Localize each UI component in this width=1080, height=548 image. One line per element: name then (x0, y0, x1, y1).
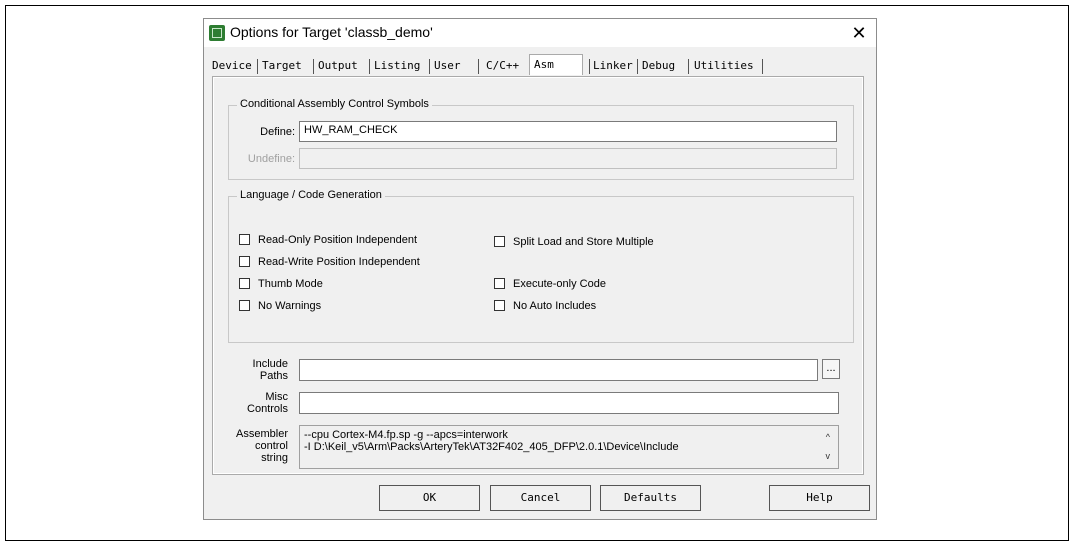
read-write-pi-label: Read-Write Position Independent (258, 256, 420, 268)
checkbox[interactable] (494, 300, 505, 311)
execute-only-label: Execute-only Code (513, 278, 606, 290)
tab-separator (369, 59, 370, 74)
tab-separator (257, 59, 258, 74)
assembler-label-line3: string (261, 452, 288, 464)
execute-only-option[interactable]: Execute-only Code (494, 277, 606, 291)
misc-controls-label-line2: Controls (247, 403, 288, 415)
read-only-pi-label: Read-Only Position Independent (258, 234, 417, 246)
split-load-store-option[interactable]: Split Load and Store Multiple (494, 235, 654, 249)
define-label: Define: (260, 126, 295, 138)
checkbox[interactable] (239, 300, 250, 311)
help-button[interactable]: Help (769, 485, 870, 511)
read-write-pi-option[interactable]: Read-Write Position Independent (239, 255, 420, 269)
no-auto-includes-option[interactable]: No Auto Includes (494, 299, 596, 313)
asm-tab-panel: Conditional Assembly Control Symbols Def… (212, 76, 864, 475)
tab-separator (688, 59, 689, 74)
include-paths-label-line2: Paths (259, 370, 288, 382)
title-bar: Options for Target 'classb_demo' ✕ (204, 19, 876, 47)
checkbox[interactable] (239, 234, 250, 245)
tab-user[interactable]: User (434, 57, 461, 75)
tab-separator (762, 59, 763, 74)
tab-target[interactable]: Target (262, 57, 302, 75)
tab-separator (637, 59, 638, 74)
tab-separator (478, 59, 479, 74)
checkbox[interactable] (239, 278, 250, 289)
include-paths-input[interactable] (299, 359, 818, 381)
checkbox[interactable] (239, 256, 250, 267)
undefine-input (299, 148, 837, 169)
tab-listing[interactable]: Listing (374, 57, 420, 75)
conditional-symbols-group-label: Conditional Assembly Control Symbols (237, 98, 432, 110)
checkbox[interactable] (494, 278, 505, 289)
no-warnings-option[interactable]: No Warnings (239, 299, 321, 313)
read-only-pi-option[interactable]: Read-Only Position Independent (239, 233, 417, 247)
assembler-label-line1: Assembler (236, 428, 288, 440)
thumb-mode-label: Thumb Mode (258, 278, 323, 290)
define-input[interactable]: HW_RAM_CHECK (299, 121, 837, 142)
tab-c-cpp[interactable]: C/C++ (486, 57, 519, 75)
thumb-mode-option[interactable]: Thumb Mode (239, 277, 323, 291)
defaults-button[interactable]: Defaults (600, 485, 701, 511)
assembler-label-line2: control (254, 440, 288, 452)
tab-separator (429, 59, 430, 74)
cancel-button[interactable]: Cancel (490, 485, 591, 511)
include-paths-label-line1: Include (252, 358, 288, 370)
ok-button[interactable]: OK (379, 485, 480, 511)
language-codegen-group: Language / Code Generation Read-Only Pos… (228, 189, 854, 343)
assembler-line-2: -I D:\Keil_v5\Arm\Packs\ArteryTek\AT32F4… (304, 441, 679, 453)
checkbox[interactable] (494, 236, 505, 247)
misc-controls-label-line1: Misc (265, 391, 288, 403)
tab-utilities[interactable]: Utilities (694, 57, 754, 75)
no-warnings-label: No Warnings (258, 300, 322, 312)
tab-asm[interactable]: Asm (529, 54, 583, 75)
close-button[interactable]: ✕ (848, 22, 870, 44)
assembler-line-1: --cpu Cortex-M4.fp.sp -g --apcs=interwor… (304, 429, 508, 441)
tab-separator (313, 59, 314, 74)
keil-app-icon (209, 25, 225, 41)
tab-separator (589, 59, 590, 74)
assembler-control-string: --cpu Cortex-M4.fp.sp -g --apcs=interwor… (299, 425, 839, 469)
dialog-title: Options for Target 'classb_demo' (230, 24, 433, 40)
tab-output[interactable]: Output (318, 57, 358, 75)
undefine-label: Undefine: (247, 153, 295, 165)
tab-linker[interactable]: Linker (593, 57, 633, 75)
tab-debug[interactable]: Debug (642, 57, 675, 75)
conditional-symbols-group: Conditional Assembly Control Symbols Def… (228, 98, 854, 180)
split-load-store-label: Split Load and Store Multiple (513, 236, 654, 248)
scroll-up-icon[interactable]: ^ (826, 431, 830, 443)
tab-device[interactable]: Device (212, 57, 252, 75)
no-auto-includes-label: No Auto Includes (513, 300, 597, 312)
language-codegen-group-label: Language / Code Generation (237, 189, 385, 201)
misc-controls-input[interactable] (299, 392, 839, 414)
options-dialog: Options for Target 'classb_demo' ✕ Devic… (203, 18, 877, 520)
include-paths-browse-button[interactable]: ... (822, 359, 840, 379)
panel-body: Conditional Assembly Control Symbols Def… (214, 78, 862, 473)
scroll-down-icon[interactable]: v (826, 450, 831, 462)
